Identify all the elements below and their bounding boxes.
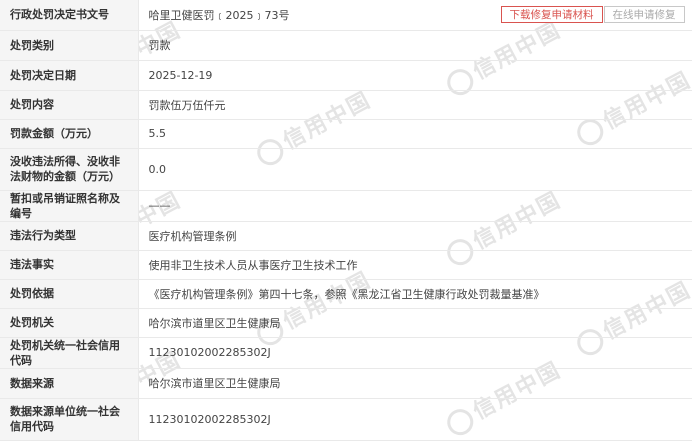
row-value: 2025-12-19 <box>138 60 692 91</box>
row-label: 数据来源 <box>0 368 139 399</box>
row-value: 《医疗机构管理条例》第四十七条，参照《黑龙江省卫生健康行政处罚裁量基准》 <box>138 279 692 309</box>
row-value-cell: 哈里卫健医罚﹝2025﹞73号 下载修复申请材料 在线申请修复 <box>138 0 692 31</box>
row-label: 没收违法所得、没收非法财物的金额（万元） <box>0 148 139 191</box>
online-repair-application-button[interactable]: 在线申请修复 <box>603 6 685 23</box>
table-row: 处罚类别 罚款 <box>0 30 692 61</box>
row-value: 11230102002285302J <box>138 337 692 369</box>
row-label: 处罚机关统一社会信用代码 <box>0 337 139 369</box>
table-row: 处罚内容 罚款伍万伍仟元 <box>0 90 692 120</box>
penalty-info-table: 行政处罚决定书文号 哈里卫健医罚﹝2025﹞73号 下载修复申请材料 在线申请修… <box>0 0 692 441</box>
row-value: 医疗机构管理条例 <box>138 221 692 251</box>
row-label: 处罚机关 <box>0 308 139 338</box>
row-value: 5.5 <box>138 119 692 149</box>
download-repair-materials-button[interactable]: 下载修复申请材料 <box>500 6 603 23</box>
row-label: 罚款金额（万元） <box>0 119 139 149</box>
table-row: 处罚依据 《医疗机构管理条例》第四十七条，参照《黑龙江省卫生健康行政处罚裁量基准… <box>0 279 692 309</box>
row-label: 行政处罚决定书文号 <box>0 0 139 31</box>
table-row: 违法事实 使用非卫生技术人员从事医疗卫生技术工作 <box>0 250 692 280</box>
table-row-decision-number: 行政处罚决定书文号 哈里卫健医罚﹝2025﹞73号 下载修复申请材料 在线申请修… <box>0 0 692 31</box>
table-row: 处罚机关统一社会信用代码 11230102002285302J <box>0 337 692 369</box>
table-row: 罚款金额（万元） 5.5 <box>0 119 692 149</box>
row-label: 暂扣或吊销证照名称及编号 <box>0 190 139 222</box>
table-row: 违法行为类型 医疗机构管理条例 <box>0 221 692 251</box>
row-value: —— <box>138 190 692 222</box>
row-value: 罚款 <box>138 30 692 61</box>
table-row: 暂扣或吊销证照名称及编号 —— <box>0 190 692 222</box>
row-value: 哈里卫健医罚﹝2025﹞73号 <box>148 8 290 22</box>
row-value: 哈尔滨市道里区卫生健康局 <box>138 308 692 338</box>
row-value: 哈尔滨市道里区卫生健康局 <box>138 368 692 399</box>
row-label: 违法事实 <box>0 250 139 280</box>
row-label: 处罚依据 <box>0 279 139 309</box>
row-value: 使用非卫生技术人员从事医疗卫生技术工作 <box>138 250 692 280</box>
row-label: 处罚内容 <box>0 90 139 120</box>
table-row: 处罚决定日期 2025-12-19 <box>0 60 692 91</box>
row-label: 处罚决定日期 <box>0 60 139 91</box>
row-value: 11230102002285302J <box>138 398 692 441</box>
table-row: 数据来源 哈尔滨市道里区卫生健康局 <box>0 368 692 399</box>
row-value: 罚款伍万伍仟元 <box>138 90 692 120</box>
table-row: 没收违法所得、没收非法财物的金额（万元） 0.0 <box>0 148 692 191</box>
row-label: 违法行为类型 <box>0 221 139 251</box>
row-value: 0.0 <box>138 148 692 191</box>
row-label: 数据来源单位统一社会信用代码 <box>0 398 139 441</box>
table-row: 数据来源单位统一社会信用代码 11230102002285302J <box>0 398 692 441</box>
table-row: 处罚机关 哈尔滨市道里区卫生健康局 <box>0 308 692 338</box>
row-label: 处罚类别 <box>0 30 139 61</box>
